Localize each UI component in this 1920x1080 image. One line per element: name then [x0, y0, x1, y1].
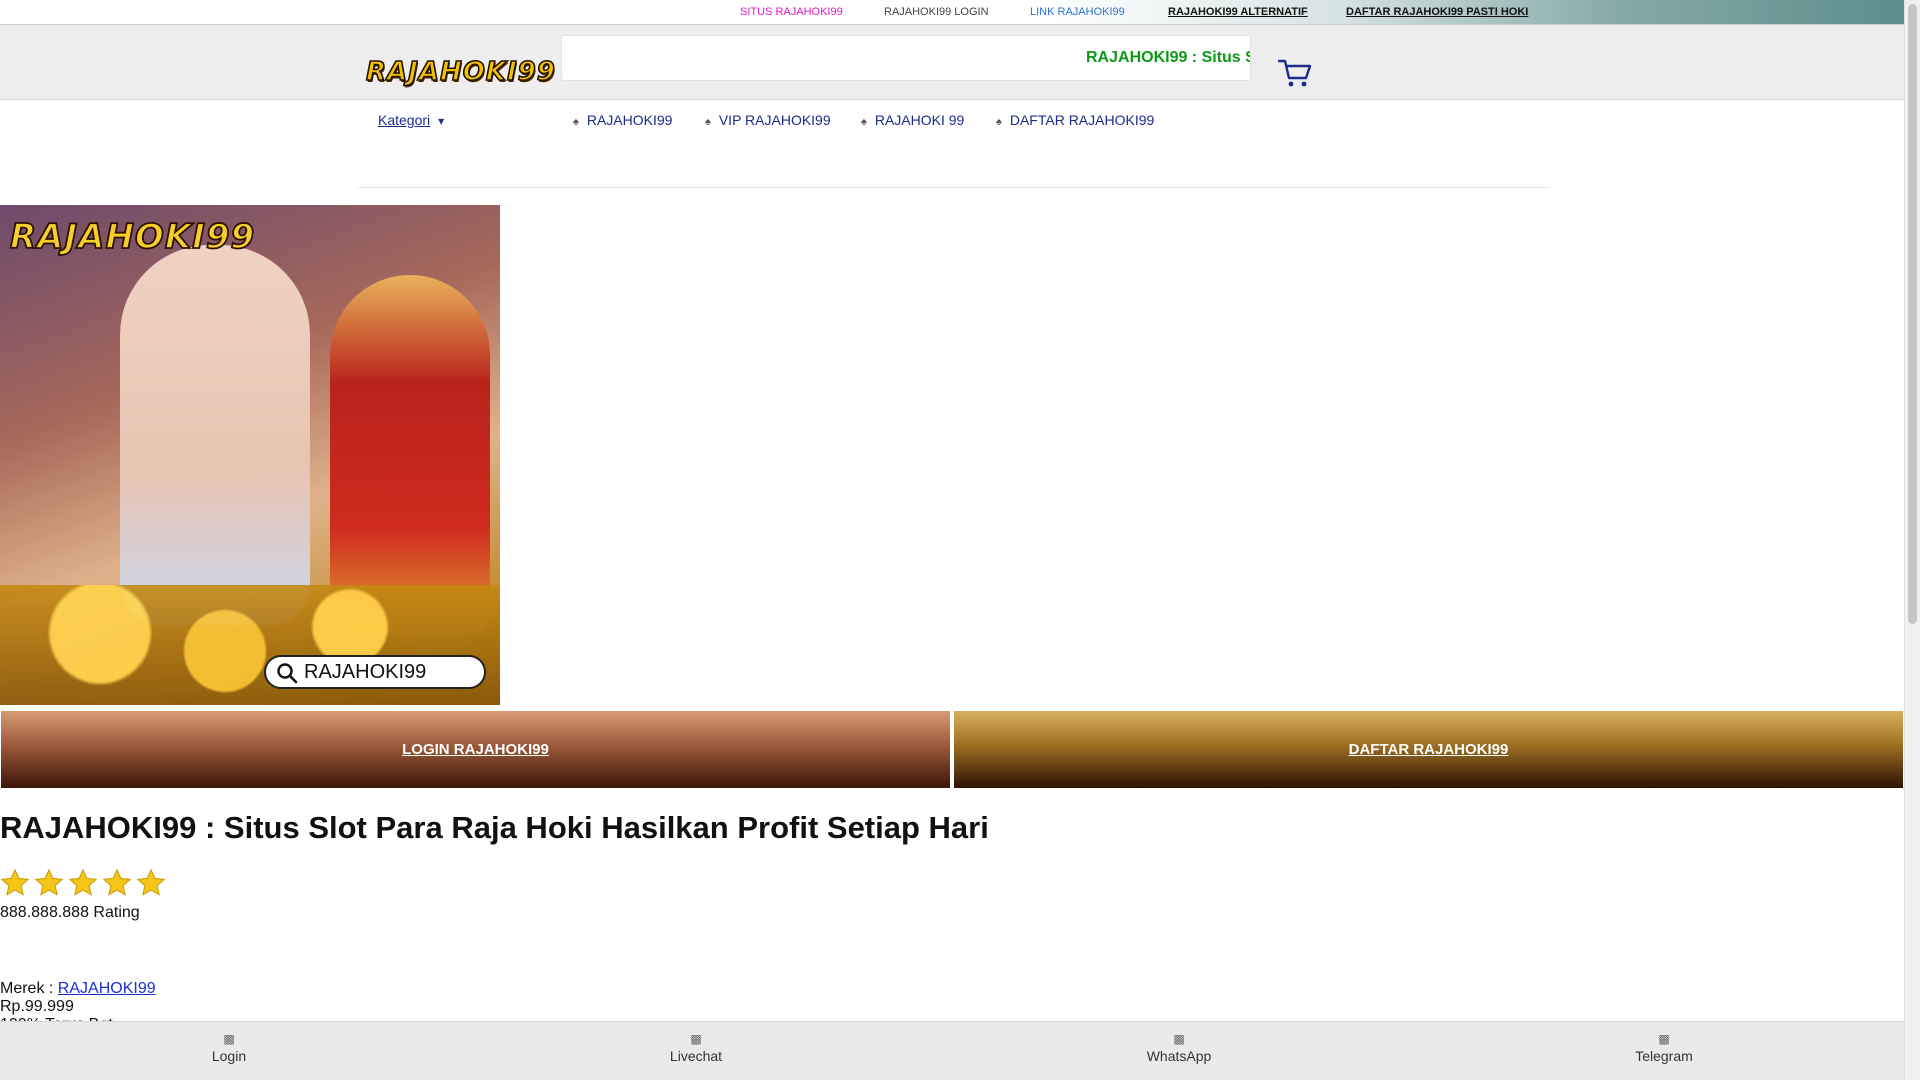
- spade-icon: ♠: [705, 116, 711, 128]
- price: Rp.99.999: [0, 998, 74, 1015]
- search-box[interactable]: RAJAHOKI99 : Situs Slo: [561, 35, 1251, 81]
- telegram-icon: ▩: [1658, 1032, 1670, 1046]
- nav-item-daftar[interactable]: ♠ DAFTAR RAJAHOKI99: [996, 112, 1154, 128]
- star-icon: [68, 868, 98, 896]
- search-icon: [277, 663, 298, 684]
- star-icon: [0, 868, 30, 896]
- login-button[interactable]: LOGIN RAJAHOKI99: [0, 710, 951, 789]
- brand-line: Merek : RAJAHOKI99: [0, 980, 156, 998]
- model-figure: [120, 245, 310, 625]
- login-icon: ▩: [223, 1032, 235, 1046]
- top-link-login[interactable]: RAJAHOKI99 LOGIN: [884, 6, 989, 18]
- cart-icon[interactable]: [1278, 58, 1312, 88]
- bottom-nav-label: Telegram: [1635, 1048, 1693, 1064]
- top-link-situs[interactable]: SITUS RAJAHOKI99: [740, 6, 843, 18]
- nav-item-rajahoki-99[interactable]: ♠ RAJAHOKI 99: [861, 112, 964, 128]
- whatsapp-icon: ▩: [1173, 1032, 1185, 1046]
- bottom-nav-livechat[interactable]: ▩ Livechat: [636, 1030, 756, 1064]
- promo-banner-image: RAJAHOKI99 RAJAHOKI99: [0, 205, 500, 705]
- rating-count: 888.888.888 Rating: [0, 904, 140, 921]
- bottom-nav-label: Livechat: [669, 1048, 723, 1064]
- star-rating: [0, 868, 166, 898]
- top-link-link[interactable]: LINK RAJAHOKI99: [1030, 6, 1125, 18]
- bottom-nav-telegram[interactable]: ▩ Telegram: [1604, 1030, 1724, 1064]
- bottom-nav-label: WhatsApp: [1146, 1048, 1212, 1064]
- bottom-nav-whatsapp[interactable]: ▩ WhatsApp: [1119, 1030, 1239, 1064]
- site-logo[interactable]: RAJAHOKI99: [365, 56, 556, 88]
- page-scrollbar[interactable]: [1904, 0, 1920, 1080]
- kategori-label: Kategori: [378, 112, 431, 128]
- nav-divider: [358, 187, 1548, 188]
- nav-item-rajahoki99[interactable]: ♠ RAJAHOKI99: [573, 112, 672, 128]
- top-link-bar: SITUS RAJAHOKI99 RAJAHOKI99 LOGIN LINK R…: [0, 0, 1904, 25]
- star-icon: [136, 868, 166, 896]
- bottom-nav-label: Login: [211, 1048, 247, 1064]
- nav-item-label: RAJAHOKI99: [586, 112, 673, 128]
- banner-logo: RAJAHOKI99: [9, 216, 256, 258]
- banner-search-pill: RAJAHOKI99: [264, 655, 486, 689]
- banner-search-text: RAJAHOKI99: [304, 661, 427, 683]
- top-link-daftar[interactable]: DAFTAR RAJAHOKI99 PASTI HOKI: [1346, 6, 1528, 18]
- bottom-nav-bar: ▩ Login ▩ Livechat ▩ WhatsApp ▩ Telegram: [0, 1021, 1904, 1080]
- spade-icon: ♠: [996, 116, 1002, 128]
- main-nav: Kategori ▾ ♠ RAJAHOKI99 ♠ VIP RAJAHOKI99 ♠ R…: [0, 100, 1904, 188]
- brand-label: Merek :: [0, 980, 58, 997]
- site-header: RAJAHOKI99 RAJAHOKI99 : Situs Slo: [0, 25, 1904, 100]
- star-icon: [34, 868, 64, 896]
- fortune-god-figure: [330, 275, 490, 635]
- chat-icon: ▩: [690, 1032, 702, 1046]
- spade-icon: ♠: [861, 116, 867, 128]
- nav-item-label: VIP RAJAHOKI99: [718, 112, 831, 128]
- chevron-down-icon: ▾: [438, 114, 445, 128]
- page-title: RAJAHOKI99 : Situs Slot Para Raja Hoki H…: [0, 810, 989, 845]
- top-link-alternatif[interactable]: RAJAHOKI99 ALTERNATIF: [1168, 6, 1308, 18]
- nav-item-vip[interactable]: ♠ VIP RAJAHOKI99: [705, 112, 831, 128]
- spade-icon: ♠: [573, 116, 579, 128]
- kategori-dropdown[interactable]: Kategori ▾: [378, 112, 444, 128]
- daftar-button[interactable]: DAFTAR RAJAHOKI99: [953, 710, 1904, 789]
- star-icon: [102, 868, 132, 896]
- marquee-text: RAJAHOKI99 : Situs Slo: [1086, 49, 1250, 66]
- bottom-nav-login[interactable]: ▩ Login: [169, 1030, 289, 1064]
- nav-item-label: RAJAHOKI 99: [874, 112, 965, 128]
- nav-item-label: DAFTAR RAJAHOKI99: [1009, 112, 1155, 128]
- scrollbar-thumb[interactable]: [1908, 4, 1917, 624]
- brand-link[interactable]: RAJAHOKI99: [58, 980, 156, 997]
